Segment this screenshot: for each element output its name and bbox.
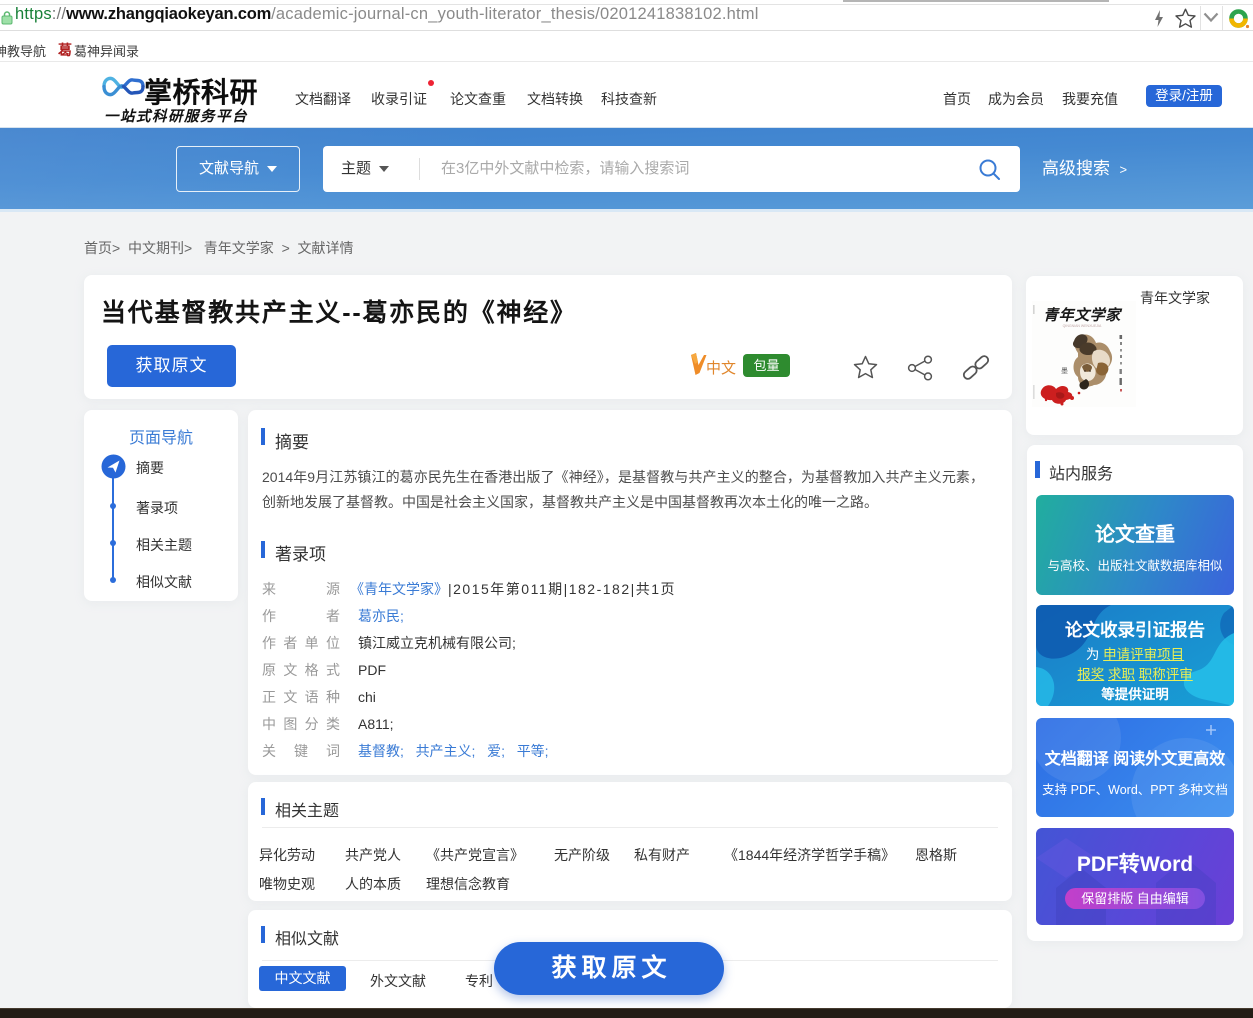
svg-text:QINGNIAN WENXUEJIA: QINGNIAN WENXUEJIA [1063, 324, 1102, 328]
svg-text:墨: 墨 [1061, 367, 1068, 375]
svg-text:青年文学家: 青年文学家 [1043, 306, 1123, 324]
